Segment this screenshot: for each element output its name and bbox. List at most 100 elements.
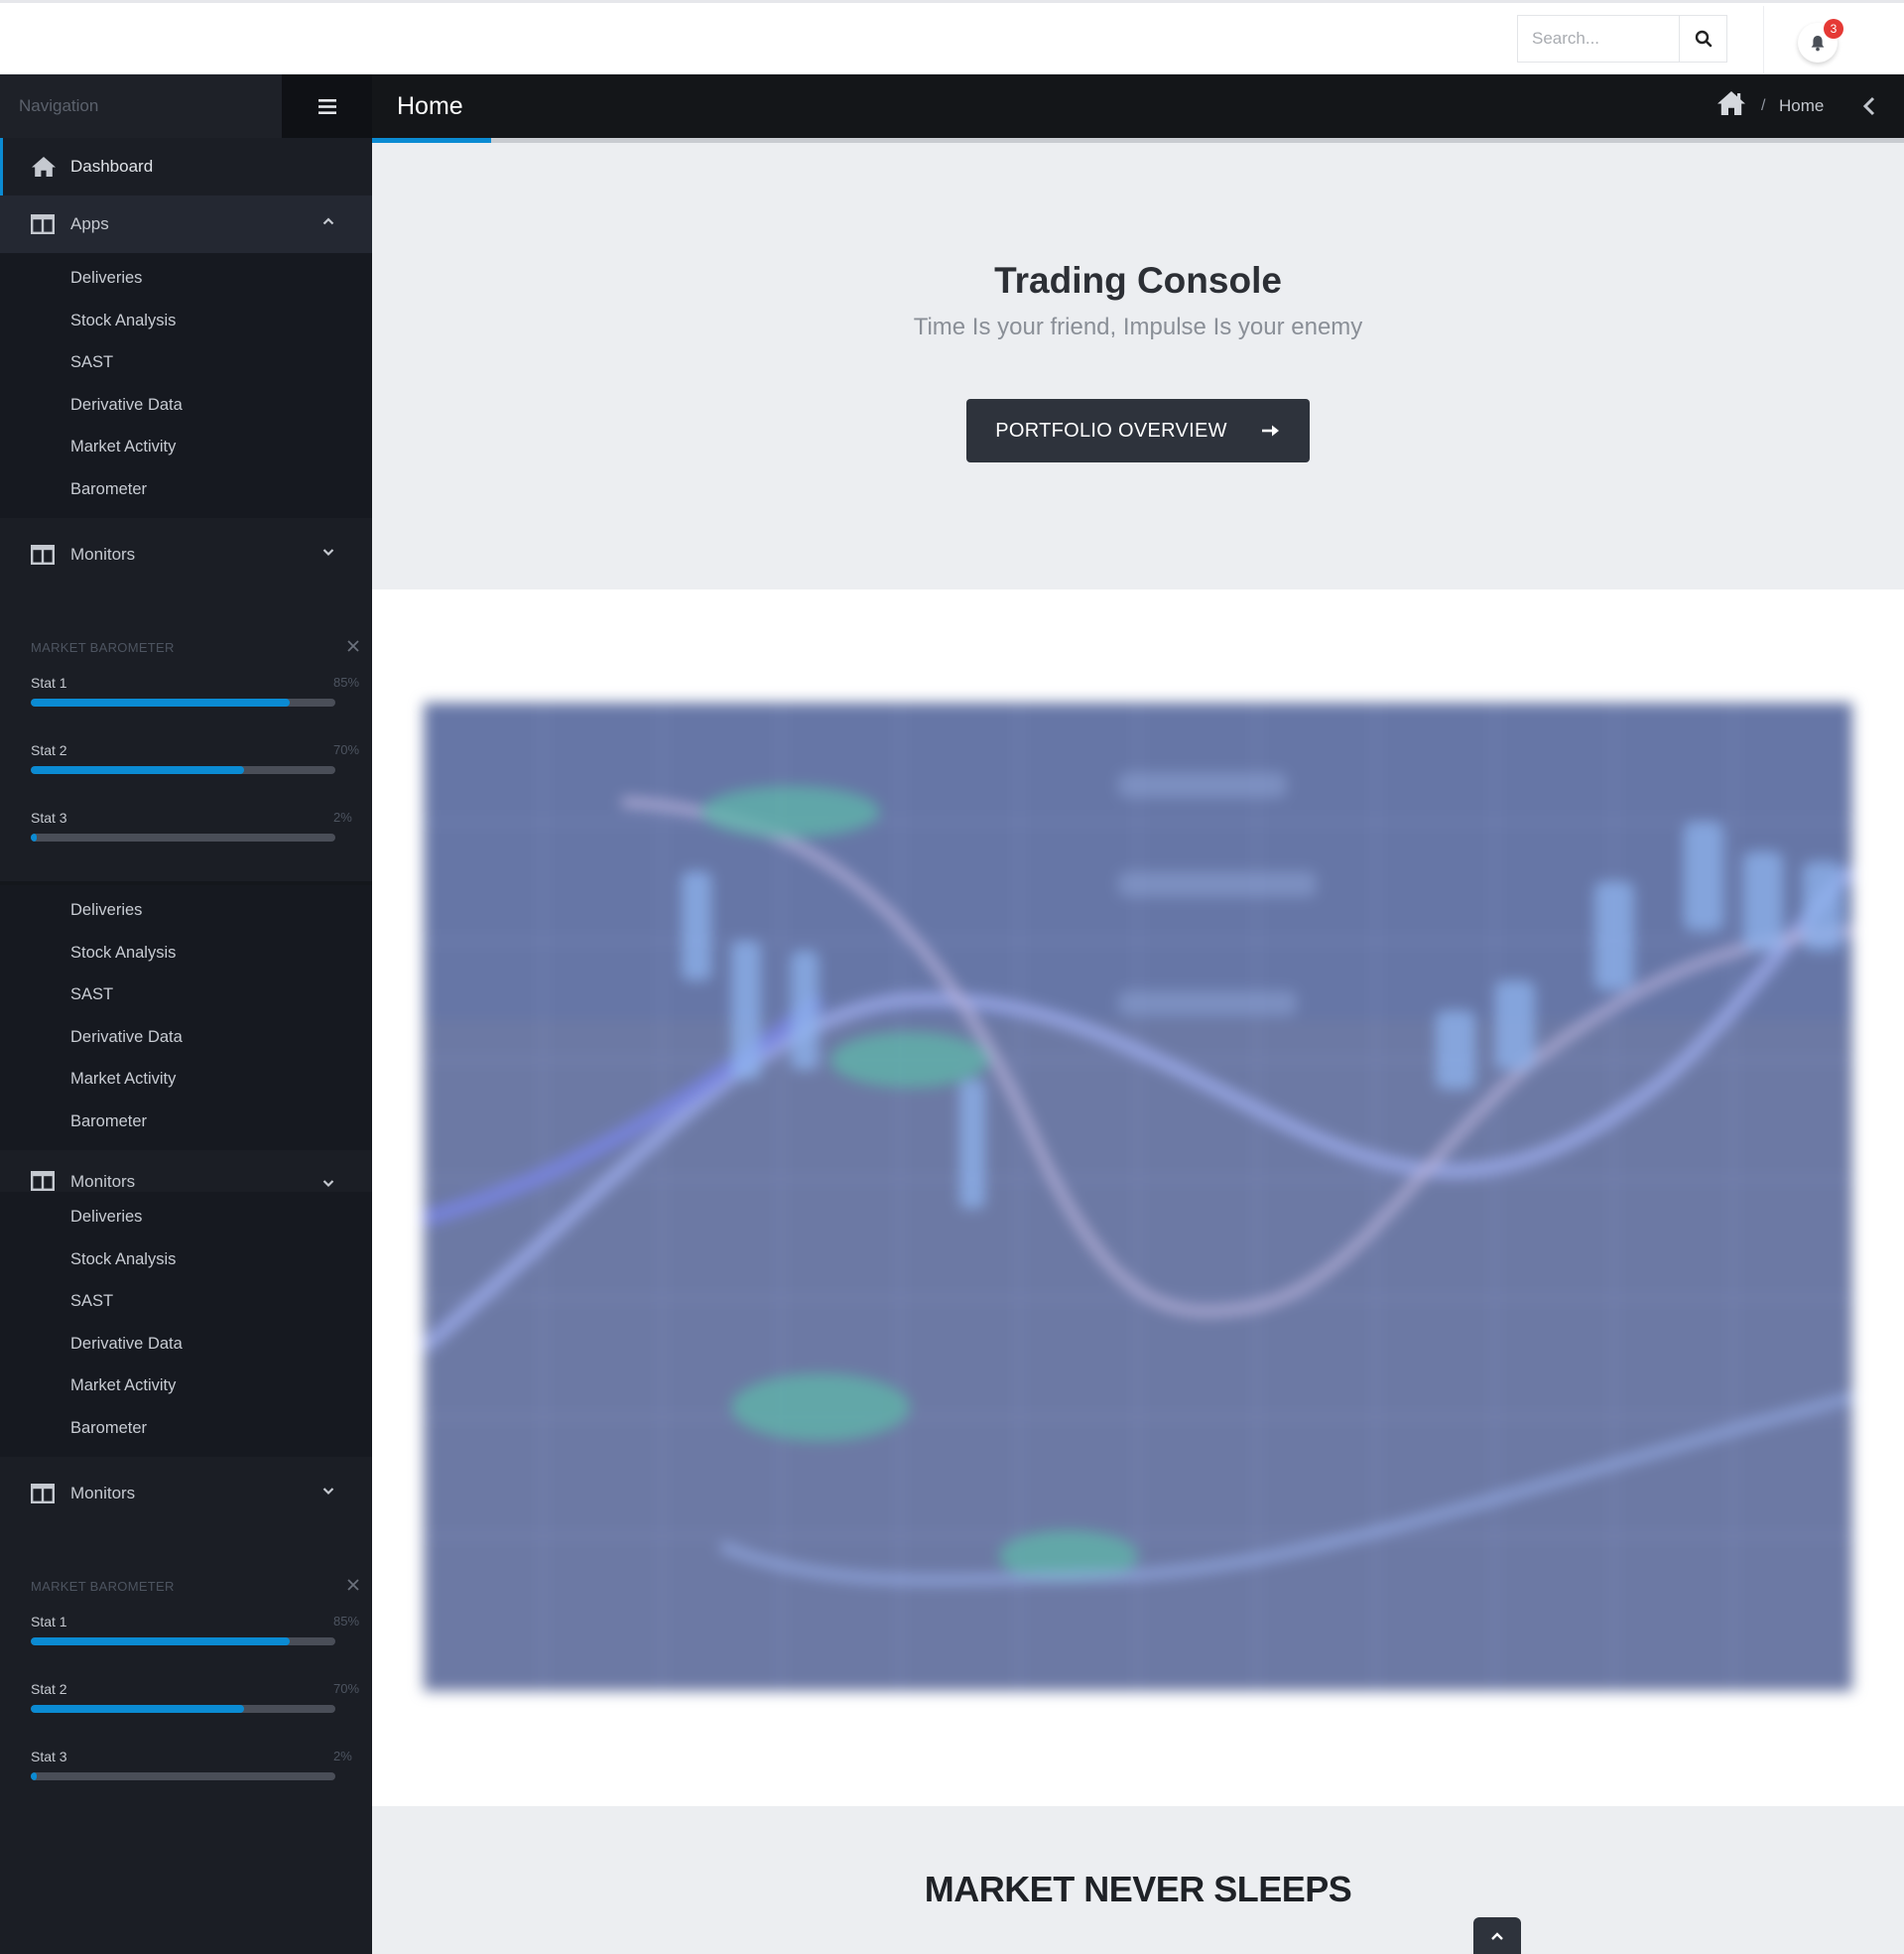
stat-progress-bar <box>31 1705 335 1713</box>
submenu-item-barometer[interactable]: Barometer <box>0 468 372 511</box>
close-icon[interactable] <box>346 639 360 653</box>
chevron-up-icon <box>1491 1931 1503 1940</box>
stat-progress-bar <box>31 766 335 774</box>
breadcrumb-separator: / <box>1761 97 1766 114</box>
trading-chart-graphic <box>424 703 1852 1691</box>
widget-title: MARKET BAROMETER <box>31 633 372 663</box>
notification-badge: 3 <box>1824 19 1843 39</box>
close-icon[interactable] <box>346 1578 360 1592</box>
chevron-down-icon <box>322 549 334 557</box>
sidebar-item-dashboard[interactable]: Dashboard <box>0 138 372 195</box>
search-input[interactable] <box>1518 16 1679 62</box>
stat-label: Stat 1 <box>31 675 67 691</box>
scroll-to-top-button[interactable] <box>1473 1917 1521 1954</box>
stat-row: Stat 1 85% <box>31 663 372 730</box>
breadcrumb-current[interactable]: Home <box>1779 74 1824 138</box>
hero-section: Trading Console Time Is your friend, Imp… <box>372 143 1904 589</box>
stat-percent: 70% <box>333 742 360 757</box>
sidebar-item-monitors[interactable]: Monitors <box>0 526 372 584</box>
search-button[interactable] <box>1679 16 1726 62</box>
stat-row: Stat 1 85% <box>31 1602 372 1669</box>
sidebar-item-apps[interactable]: Apps <box>0 195 372 253</box>
stat-row: Stat 2 70% <box>31 1669 372 1737</box>
submenu-item-stock-analysis[interactable]: Stock Analysis <box>0 300 372 342</box>
widget-title: MARKET BAROMETER <box>31 1572 372 1602</box>
stat-label: Stat 3 <box>31 810 67 826</box>
bell-icon <box>1811 35 1825 51</box>
stat-progress-fill <box>31 834 38 842</box>
hero-title: Trading Console <box>994 260 1282 301</box>
hero-subtitle: Time Is your friend, Impulse Is your ene… <box>913 314 1363 340</box>
section-title: MARKET NEVER SLEEPS <box>924 1869 1352 1909</box>
chevron-left-icon[interactable] <box>1862 96 1876 116</box>
notifications-button[interactable]: 3 <box>1798 19 1843 63</box>
stat-progress-bar <box>31 834 335 842</box>
page-title: Home <box>397 92 463 120</box>
submenu-item-derivative-data[interactable]: Derivative Data <box>0 1016 372 1059</box>
submenu-item-market-activity[interactable]: Market Activity <box>0 1058 372 1101</box>
submenu-item-derivative-data[interactable]: Derivative Data <box>0 384 372 427</box>
sidebar-item-label: Monitors <box>70 1172 136 1191</box>
submenu-item-deliveries[interactable]: Deliveries <box>0 257 372 300</box>
grid-icon <box>31 1171 55 1191</box>
home-icon[interactable] <box>1716 90 1746 116</box>
image-section <box>372 589 1904 1806</box>
apps-submenu: Deliveries Stock Analysis SAST Derivativ… <box>0 253 372 518</box>
stat-progress-fill <box>31 766 244 774</box>
submenu-item-sast[interactable]: SAST <box>0 974 372 1016</box>
stat-percent: 70% <box>333 1681 360 1696</box>
grid-icon <box>31 214 55 234</box>
stat-progress-bar <box>31 699 335 707</box>
market-barometer-widget: MARKET BAROMETER Stat 1 85% Stat 2 70% S… <box>0 633 372 881</box>
arrow-right-icon <box>1261 425 1279 437</box>
top-bar: 3 <box>0 0 1904 76</box>
page-header: Home / Home <box>372 74 1904 138</box>
stat-label: Stat 3 <box>31 1749 67 1764</box>
submenu-item-sast[interactable]: SAST <box>0 341 372 384</box>
navigation-label: Navigation <box>19 96 99 115</box>
stat-row: Stat 3 2% <box>31 1737 372 1804</box>
sidebar: Navigation Dashboard Apps Deliveries Sto… <box>0 74 372 1954</box>
stat-label: Stat 2 <box>31 742 67 758</box>
hamburger-icon <box>317 98 336 114</box>
submenu-item-barometer[interactable]: Barometer <box>0 1101 372 1143</box>
search-box <box>1517 15 1727 63</box>
stat-percent: 85% <box>333 1614 360 1628</box>
sidebar-item-label: Monitors <box>70 545 136 564</box>
sidebar-item-monitors[interactable]: Monitors <box>0 1465 372 1522</box>
submenu-item-sast[interactable]: SAST <box>0 1280 372 1323</box>
stat-label: Stat 1 <box>31 1614 67 1629</box>
sidebar-toggle-button[interactable] <box>282 74 372 138</box>
home-icon <box>32 157 56 177</box>
market-barometer-widget: MARKET BAROMETER Stat 1 85% Stat 2 70% S… <box>0 1572 372 1804</box>
sidebar-header: Navigation <box>0 74 372 138</box>
submenu-item-market-activity[interactable]: Market Activity <box>0 426 372 468</box>
submenu-item-deliveries[interactable]: Deliveries <box>0 889 372 932</box>
grid-icon <box>31 1484 55 1503</box>
submenu-item-deliveries[interactable]: Deliveries <box>0 1196 372 1238</box>
submenu-item-stock-analysis[interactable]: Stock Analysis <box>0 1238 372 1281</box>
sidebar-item-monitors[interactable]: Monitors <box>0 1158 372 1192</box>
stat-progress-fill <box>31 1637 290 1645</box>
topbar-divider <box>1763 6 1764 76</box>
submenu-item-stock-analysis[interactable]: Stock Analysis <box>0 932 372 975</box>
stat-progress-bar <box>31 1772 335 1780</box>
stat-label: Stat 2 <box>31 1681 67 1697</box>
chevron-up-icon <box>322 217 334 225</box>
stat-percent: 2% <box>333 810 352 825</box>
portfolio-overview-label: PORTFOLIO OVERVIEW <box>995 419 1227 442</box>
stat-progress-fill <box>31 699 290 707</box>
submenu-item-derivative-data[interactable]: Derivative Data <box>0 1323 372 1366</box>
stat-percent: 2% <box>333 1749 352 1763</box>
submenu-item-market-activity[interactable]: Market Activity <box>0 1365 372 1407</box>
chevron-down-icon <box>322 1180 334 1188</box>
chevron-down-icon <box>322 1488 334 1496</box>
submenu-item-barometer[interactable]: Barometer <box>0 1407 372 1450</box>
grid-icon <box>31 545 55 565</box>
market-section: MARKET NEVER SLEEPS <box>372 1806 1904 1954</box>
portfolio-overview-button[interactable]: PORTFOLIO OVERVIEW <box>966 399 1310 462</box>
sidebar-item-label: Dashboard <box>70 157 154 176</box>
stat-percent: 85% <box>333 675 360 690</box>
stat-progress-bar <box>31 1637 335 1645</box>
stat-progress-fill <box>31 1705 244 1713</box>
